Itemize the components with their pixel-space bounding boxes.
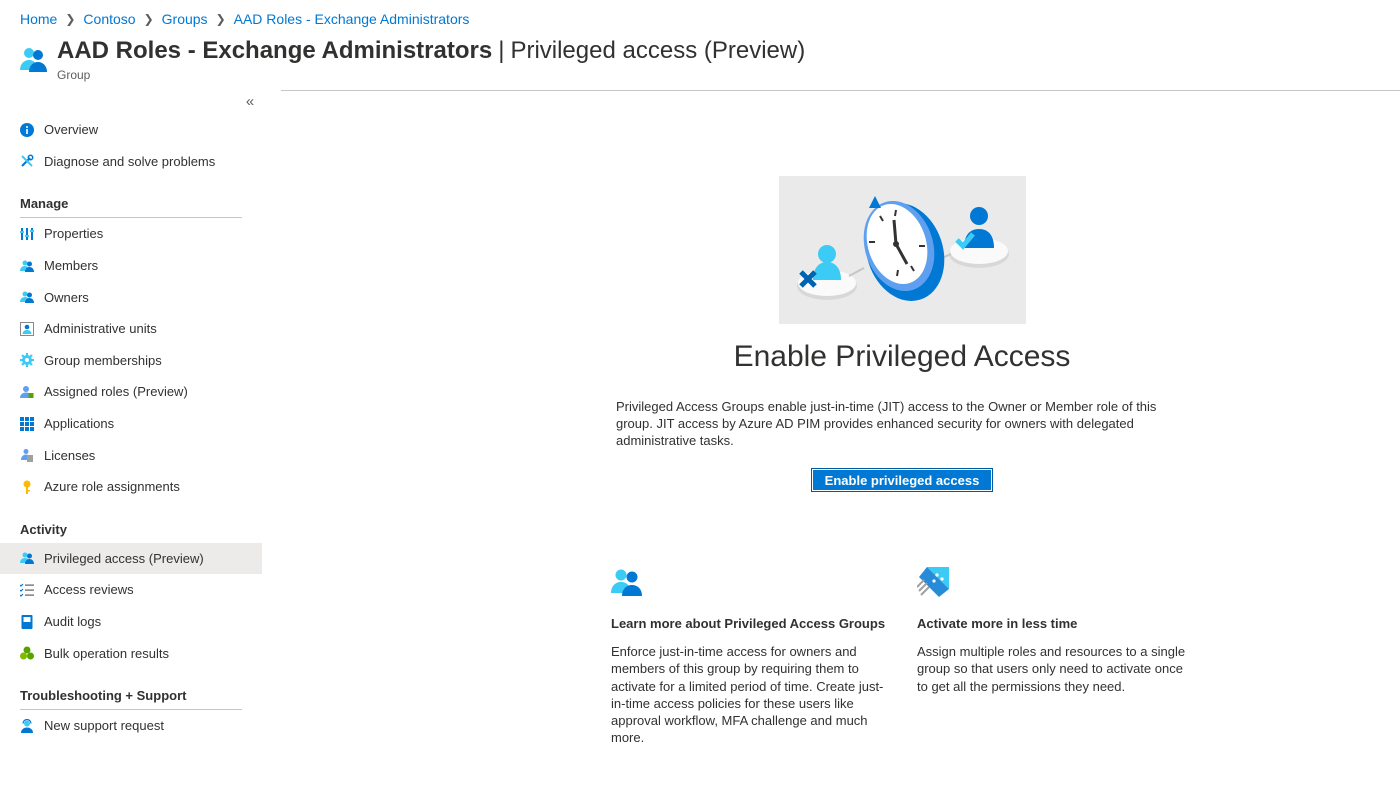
sidebar-item-label: Bulk operation results — [44, 645, 170, 661]
checklist-icon — [20, 583, 34, 597]
sidebar-item-label: Audit logs — [44, 614, 102, 630]
main-description: Privileged Access Groups enable just-in-… — [616, 399, 1157, 448]
page-title-sub: Privileged access (Preview) — [510, 37, 806, 64]
sidebar-item-diagnose[interactable]: Diagnose and solve problems — [0, 146, 262, 178]
sidebar-item-bulk-operation-results[interactable]: Bulk operation results — [0, 637, 262, 669]
sidebar-item-licenses[interactable]: Licenses — [0, 439, 262, 471]
sidebar-item-label: Properties — [44, 226, 104, 242]
sidebar: Overview Diagnose and solve problems Man… — [0, 114, 262, 742]
collapse-sidebar-button[interactable]: « — [242, 93, 258, 113]
privileged-access-icon — [20, 551, 34, 565]
breadcrumb-group[interactable]: AAD Roles - Exchange Administrators — [234, 11, 470, 27]
section-activity-title: Activity — [20, 521, 67, 537]
members-icon — [20, 259, 34, 273]
page-title-main: AAD Roles - Exchange Administrators — [57, 37, 493, 64]
sidebar-item-assigned-roles[interactable]: Assigned roles (Preview) — [0, 376, 262, 408]
sidebar-item-azure-role-assignments[interactable]: Azure role assignments — [0, 471, 262, 503]
admin-units-icon — [20, 321, 34, 336]
applications-grid-icon — [20, 416, 34, 431]
section-manage-title: Manage — [20, 196, 69, 212]
sidebar-item-label: Applications — [44, 416, 115, 432]
info-icon — [20, 122, 34, 137]
sidebar-item-label: Owners — [44, 289, 89, 305]
sidebar-item-label: New support request — [44, 718, 164, 734]
sidebar-item-properties[interactable]: Properties — [0, 218, 262, 250]
properties-icon — [20, 227, 34, 241]
members-icon — [611, 569, 642, 596]
key-icon — [20, 480, 34, 494]
enable-privileged-access-button[interactable]: Enable privileged access — [811, 468, 993, 492]
clock-illustration-icon — [779, 176, 1026, 324]
sidebar-item-access-reviews[interactable]: Access reviews — [0, 574, 262, 606]
sidebar-item-label: Administrative units — [44, 321, 157, 337]
breadcrumb: Home ❯ Contoso ❯ Groups ❯ AAD Roles - Ex… — [20, 10, 469, 28]
sidebar-item-label: Access reviews — [44, 582, 134, 598]
card-title: Activate more in less time — [917, 616, 1078, 631]
sidebar-item-owners[interactable]: Owners — [0, 281, 262, 313]
license-icon — [20, 448, 34, 463]
sidebar-item-label: Members — [44, 258, 99, 274]
sidebar-item-privileged-access[interactable]: Privileged access (Preview) — [0, 542, 262, 575]
breadcrumb-contoso[interactable]: Contoso — [83, 11, 135, 27]
gear-icon — [20, 353, 34, 368]
assigned-roles-icon — [20, 385, 34, 399]
page-title: AAD Roles - Exchange Administrators | Priv… — [57, 36, 805, 66]
sidebar-item-label: Group memberships — [44, 352, 162, 368]
chevron-right-icon: ❯ — [65, 12, 76, 26]
sidebar-item-audit-logs[interactable]: Audit logs — [0, 606, 262, 638]
sidebar-item-label: Privileged access (Preview) — [44, 550, 204, 566]
card-body: Assign multiple roles and resources to a… — [917, 644, 1186, 694]
sidebar-item-members[interactable]: Members — [0, 250, 262, 282]
page-subtitle: Group — [57, 68, 91, 82]
sidebar-item-group-memberships[interactable]: Group memberships — [0, 345, 262, 377]
sidebar-item-label: Licenses — [44, 447, 96, 463]
book-icon — [20, 614, 34, 629]
page-header: AAD Roles - Exchange Administrators | Priv… — [18, 36, 805, 82]
owners-icon — [20, 290, 34, 304]
main-title: Enable Privileged Access — [733, 340, 1071, 373]
card-title: Learn more about Privileged Access Group… — [611, 616, 886, 631]
sidebar-item-label: Azure role assignments — [44, 479, 180, 495]
sidebar-item-new-support-request[interactable]: New support request — [0, 710, 262, 742]
info-card-activate-more: Activate more in less time Assign multip… — [916, 567, 1192, 695]
sidebar-item-label: Diagnose and solve problems — [44, 153, 216, 169]
sidebar-item-overview[interactable]: Overview — [0, 114, 262, 146]
header-divider — [281, 90, 1400, 91]
page-title-separator: | — [498, 37, 505, 64]
chevron-right-icon: ❯ — [143, 12, 154, 26]
wrench-icon — [20, 154, 34, 168]
group-icon — [20, 48, 47, 72]
section-support-title: Troubleshooting + Support — [20, 687, 187, 703]
card-body: Enforce just-in-time access for owners a… — [611, 644, 884, 746]
rocket-icon — [916, 567, 949, 597]
chevron-right-icon: ❯ — [215, 12, 226, 26]
sidebar-item-label: Assigned roles (Preview) — [44, 384, 188, 400]
info-card-learn-more: Learn more about Privileged Access Group… — [611, 567, 886, 747]
breadcrumb-groups[interactable]: Groups — [162, 11, 208, 27]
sidebar-item-administrative-units[interactable]: Administrative units — [0, 313, 262, 345]
sidebar-item-label: Overview — [44, 122, 99, 138]
support-person-icon — [20, 718, 34, 733]
breadcrumb-home[interactable]: Home — [20, 11, 57, 27]
bulk-icon — [20, 646, 34, 660]
sidebar-item-applications[interactable]: Applications — [0, 408, 262, 440]
